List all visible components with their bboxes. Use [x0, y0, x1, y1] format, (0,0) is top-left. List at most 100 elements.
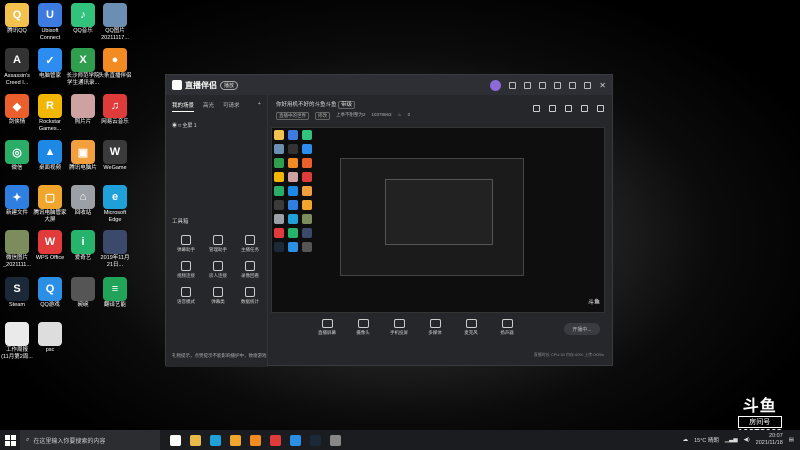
weather-text[interactable]: 15°C 晴朗 — [694, 436, 719, 444]
taskbar-app-icon[interactable] — [290, 434, 301, 446]
stream-preview[interactable]: 斗鱼 — [271, 127, 605, 313]
desktop-icon[interactable]: ▣ 腾讯电脑片 — [66, 140, 100, 172]
taskbar-app-icon[interactable] — [310, 434, 321, 446]
room-title[interactable]: 你好用机不好的斗鱼斗鱼 — [276, 102, 337, 108]
desktop-icon[interactable]: i 爱奇艺 — [66, 230, 100, 262]
tab-highlight[interactable]: 高光 — [203, 101, 214, 112]
desktop-icon[interactable]: U Ubisoft Connect — [33, 3, 67, 41]
taskbar-app-icon[interactable] — [270, 434, 281, 446]
tool-label: 数据统计 — [241, 299, 259, 304]
desktop-icon[interactable]: X 长沙师范学院 学生通讯录... — [66, 48, 100, 86]
desktop-icon[interactable]: e Microsoft Edge — [98, 185, 132, 223]
message-icon[interactable] — [539, 81, 547, 89]
toolbox-item[interactable]: 数据统计 — [234, 287, 266, 305]
app-icon: ⌂ — [71, 185, 95, 209]
taskbar-app-icon[interactable] — [230, 434, 241, 446]
settings-icon[interactable] — [509, 81, 517, 89]
user-avatar[interactable] — [490, 79, 502, 91]
desktop-icon[interactable]: 碗碗 — [66, 277, 100, 309]
desktop-icon[interactable]: Q 腾讯QQ — [0, 3, 34, 35]
taskbar-search[interactable]: ⌕ 在这里输入你要搜索的内容 — [20, 430, 160, 450]
layout-icon[interactable] — [533, 105, 540, 112]
lock-icon[interactable]: ⌑ — [178, 123, 181, 129]
toolbox-item[interactable]: 语音模式 — [170, 287, 202, 305]
taskbar-app-icon[interactable] — [250, 434, 261, 446]
source-tool[interactable]: 多媒体 — [424, 319, 446, 336]
preview-icon — [274, 200, 284, 210]
desktop-icon[interactable]: 微信图片 _2021111... — [0, 230, 34, 268]
minimize-icon[interactable] — [569, 81, 577, 89]
app-icon: ♪ — [71, 3, 95, 27]
desktop-icon[interactable]: ◎ 微信 — [0, 140, 34, 172]
toolbox-item[interactable]: 弹幕助手 — [170, 235, 202, 253]
logo-pill[interactable]: 播放 — [220, 80, 239, 90]
weather-icon[interactable]: ☁ — [683, 437, 689, 443]
desktop-icon[interactable]: ◆ 剑侠情 — [0, 94, 34, 126]
desktop-icon[interactable]: ▢ 腾讯电脑管家 大屏 — [33, 185, 67, 223]
eye-icon[interactable]: ◉ — [172, 123, 177, 129]
close-icon[interactable]: ✕ — [599, 81, 606, 90]
source-tool[interactable]: 麦克风 — [460, 319, 482, 336]
desktop-icon[interactable]: W WeGame — [98, 140, 132, 172]
share-icon[interactable] — [597, 105, 604, 112]
room-info-bar: 你好用机不好的斗鱼斗鱼 带级 直播中的世界 修改 上季不耐整为2 1037866… — [270, 95, 612, 125]
toolbox-item[interactable]: 管理助手 — [202, 235, 234, 253]
desktop-icon[interactable]: Q QQ游戏 — [33, 277, 67, 309]
preview-icon — [288, 130, 298, 140]
toolbox-item[interactable]: 录像回看 — [234, 261, 266, 279]
desktop-icon[interactable]: ● 头条直播伴侣 — [98, 48, 132, 80]
scene-item[interactable]: ◉ ⌑ 全屏 1 — [172, 122, 261, 129]
notification-icon[interactable]: ▤ — [789, 437, 794, 443]
desktop-icon-label: 翻译艺能 — [103, 302, 126, 308]
desktop-icon[interactable]: 2019年11月 21日... — [98, 230, 132, 268]
toolbox-item[interactable]: 弹幕类 — [202, 287, 234, 305]
desktop-icon[interactable]: ♪ QQ音乐 — [66, 3, 100, 35]
source-tool[interactable]: 直播屏幕 — [316, 319, 338, 336]
desktop-icon[interactable]: ⌂ 回收站 — [66, 185, 100, 217]
desktop-icon[interactable]: R Rockstar Games... — [33, 94, 67, 132]
category-chip[interactable]: 直播中的世界 — [276, 112, 309, 120]
tab-request[interactable]: 可请求 — [223, 101, 240, 112]
add-scene-icon[interactable]: + — [258, 101, 261, 112]
source-tool[interactable]: 手机投屏 — [388, 319, 410, 336]
start-live-button[interactable]: 开播中... — [564, 323, 600, 335]
desktop-icon[interactable]: psc — [33, 322, 67, 354]
maximize-icon[interactable] — [584, 81, 592, 89]
source-tool-icon — [393, 319, 405, 328]
window-titlebar[interactable]: 直播伴侣 播放 ✕ — [166, 75, 612, 95]
desktop-icon[interactable]: ≡ 翻译艺能 — [98, 277, 132, 309]
taskbar-app-icon[interactable] — [170, 434, 181, 446]
desktop-icon[interactable]: 工作周报 (11月第2周... — [0, 322, 34, 360]
taskbar-app-icon[interactable] — [210, 434, 221, 446]
menu-icon[interactable] — [554, 81, 562, 89]
record-icon[interactable] — [565, 105, 572, 112]
toolbox-item[interactable]: 主播任务 — [234, 235, 266, 253]
source-tool[interactable]: 摄像头 — [352, 319, 374, 336]
desktop-icon[interactable]: QQ图片 20211117... — [98, 3, 132, 41]
taskbar-app-icon[interactable] — [330, 434, 341, 446]
desktop-icon[interactable]: S Steam — [0, 277, 34, 309]
start-button[interactable] — [0, 434, 20, 446]
desktop-icon[interactable]: A Assassin's Creed I... — [0, 48, 34, 86]
taskbar-app-icon[interactable] — [190, 434, 201, 446]
desktop-icon[interactable]: ♫ 网易云音乐 — [98, 94, 132, 126]
desktop-icon[interactable]: 照片片 — [66, 94, 100, 126]
skin-icon[interactable] — [524, 81, 532, 89]
lock-icon[interactable] — [549, 105, 556, 112]
desktop-icon[interactable]: W WPS Office — [33, 230, 67, 262]
clock[interactable]: 20:07 2021/11/18 — [756, 433, 783, 447]
desktop-icon[interactable]: ✓ 电脑管家 — [33, 48, 67, 80]
desktop-icon[interactable]: ✦ 新建文件 — [0, 185, 34, 217]
network-icon[interactable]: ▁▃▅ — [725, 437, 738, 443]
source-tool[interactable]: 扬声器 — [496, 319, 518, 336]
live-companion-window[interactable]: 直播伴侣 播放 ✕ 我的场景 高光 可请求 + ◉ ⌑ 全屏 1 工具箱 弹幕助… — [165, 74, 613, 367]
volume-icon[interactable]: ◀) — [744, 437, 750, 443]
more-icon[interactable] — [581, 105, 588, 112]
toolbox-item[interactable]: 房人连接 — [202, 261, 234, 279]
desktop-icon[interactable]: ▲ 桌面视频 — [33, 140, 67, 172]
edit-chip[interactable]: 修改 — [315, 112, 330, 120]
tab-my-scene[interactable]: 我的场景 — [172, 101, 195, 112]
toolbox-item[interactable]: 视频连接 — [170, 261, 202, 279]
desktop-icon-label: 腾讯电脑片 — [69, 165, 97, 171]
tool-label: 管理助手 — [209, 247, 227, 252]
